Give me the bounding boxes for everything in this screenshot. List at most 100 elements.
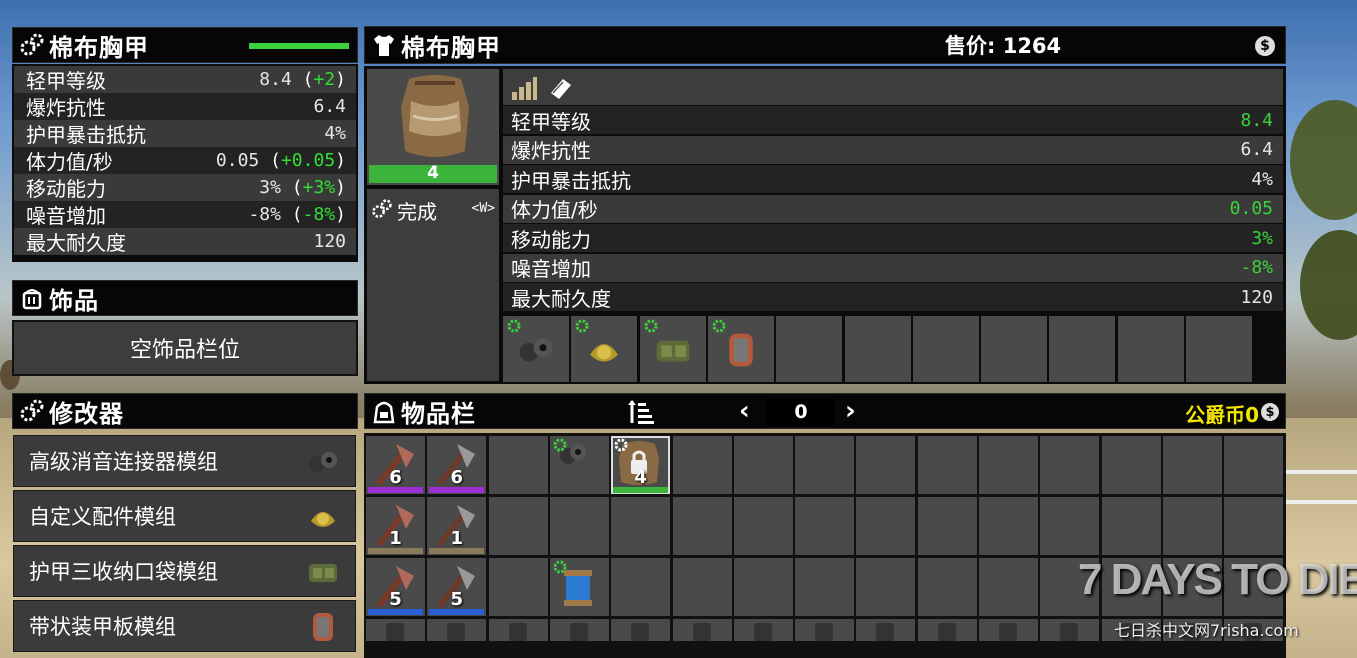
gears-icon: [19, 398, 45, 424]
inventory-slot[interactable]: [795, 436, 855, 494]
inventory-slot[interactable]: [917, 619, 977, 641]
inventory-slot[interactable]: 1: [366, 497, 425, 555]
empty-cosmetic-slot[interactable]: 空饰品栏位: [12, 320, 358, 376]
inventory-slot[interactable]: [1162, 436, 1222, 494]
sell-price: 售价: 1264: [945, 34, 1062, 58]
page-number[interactable]: 0: [767, 398, 835, 426]
custom-fitting-mod-icon: [305, 501, 341, 533]
mod-slot[interactable]: [707, 316, 774, 382]
inventory-slot[interactable]: [611, 619, 671, 641]
modifier-item[interactable]: 带状装甲板模组: [13, 600, 356, 652]
modifier-item[interactable]: 自定义配件模组: [13, 490, 356, 542]
game-logo: 7 DAYS TO DIE 七日杀中文网7risha.com: [1078, 535, 1357, 658]
stat-value-number: 8.4: [259, 69, 292, 90]
inventory-slot[interactable]: [549, 619, 609, 641]
detail-stat-value: 3%: [1251, 227, 1273, 249]
inventory-slot[interactable]: [427, 619, 487, 641]
stat-value: 120: [313, 231, 346, 252]
detail-stat-label: 噪音增加: [511, 257, 591, 281]
inventory-slot[interactable]: 4: [611, 436, 671, 494]
inventory-slot[interactable]: [856, 558, 916, 616]
stat-bonus: (+3%): [291, 177, 346, 198]
mod-slot[interactable]: [1117, 316, 1184, 382]
page-prev-button[interactable]: ‹: [739, 396, 750, 426]
mod-slot[interactable]: [912, 316, 979, 382]
inventory-slot[interactable]: [672, 436, 732, 494]
inventory-slot[interactable]: [917, 497, 977, 555]
item-preview-slot[interactable]: 4: [367, 69, 499, 185]
mod-slot[interactable]: [1186, 316, 1252, 382]
inventory-slot[interactable]: [979, 558, 1038, 616]
inventory-slot[interactable]: [672, 619, 732, 641]
detail-stat-label: 体力值/秒: [511, 198, 598, 222]
modifier-item[interactable]: 护甲三收纳口袋模组: [13, 545, 356, 597]
stat-label: 轻甲等级: [26, 69, 106, 93]
inventory-slot[interactable]: [733, 436, 793, 494]
inventory-slot[interactable]: [672, 558, 732, 616]
inventory-slot[interactable]: 1: [427, 497, 487, 555]
page-next-button[interactable]: ›: [845, 396, 856, 426]
inventory-slot[interactable]: [488, 497, 548, 555]
inventory-slot[interactable]: [1101, 436, 1161, 494]
mod-slot[interactable]: [844, 316, 911, 382]
inventory-slot[interactable]: [611, 497, 671, 555]
mod-slot[interactable]: [571, 316, 638, 382]
installed-gear-icon: [613, 437, 629, 457]
inventory-slot[interactable]: [488, 436, 548, 494]
triple-pocket-mod-icon: [305, 556, 341, 588]
inventory-slot[interactable]: [488, 619, 548, 641]
inventory-slot[interactable]: [917, 558, 977, 616]
action-complete[interactable]: 完成 <W>: [367, 189, 499, 381]
stat-value: 4%: [324, 123, 346, 144]
item-count: 1: [450, 528, 464, 549]
inventory-slot[interactable]: [1224, 436, 1284, 494]
locked-slot-icon: [753, 623, 772, 641]
inventory-slot[interactable]: [856, 497, 916, 555]
stat-bonus: (-8%): [291, 204, 346, 225]
inventory-slot[interactable]: [549, 558, 609, 616]
inventory-slot[interactable]: [795, 558, 855, 616]
detail-title: 棉布胸甲: [401, 33, 501, 62]
inventory-slot[interactable]: [672, 497, 732, 555]
stat-value: -8% (-8%): [248, 204, 346, 225]
item-count: 4: [634, 467, 647, 488]
inventory-slot[interactable]: [856, 619, 916, 641]
stat-value-number: -8%: [248, 204, 281, 225]
inventory-slot[interactable]: [488, 558, 548, 616]
inventory-slot[interactable]: [856, 436, 916, 494]
mod-slot[interactable]: [776, 316, 843, 382]
inventory-slot[interactable]: [979, 497, 1038, 555]
detail-stat-row: 噪音增加 -8%: [503, 253, 1283, 282]
inventory-slot[interactable]: [611, 558, 671, 616]
inventory-slot[interactable]: [733, 558, 793, 616]
inventory-slot[interactable]: 6: [366, 436, 425, 494]
inventory-slot[interactable]: 5: [366, 558, 425, 616]
currency-label: 公爵币0: [1185, 403, 1259, 427]
detail-stat-row: 护甲暴击抵抗 4%: [503, 165, 1283, 193]
inventory-slot[interactable]: [549, 436, 609, 494]
stat-label: 噪音增加: [26, 204, 106, 228]
inventory-slot[interactable]: [979, 619, 1038, 641]
stat-value: 6.4: [313, 96, 346, 117]
inventory-slot[interactable]: [979, 436, 1038, 494]
detail-stat-row: 最大耐久度 120: [503, 283, 1283, 311]
inventory-slot[interactable]: [917, 436, 977, 494]
inventory-slot[interactable]: 6: [427, 436, 487, 494]
backpack-icon: [371, 398, 397, 424]
inventory-slot[interactable]: [795, 497, 855, 555]
mod-slot[interactable]: [1049, 316, 1116, 382]
inventory-slot[interactable]: [1040, 436, 1100, 494]
mod-slot[interactable]: [639, 316, 706, 382]
mod-slot[interactable]: [981, 316, 1048, 382]
stat-row: 最大耐久度 120: [14, 228, 356, 255]
sort-icon[interactable]: [627, 399, 655, 429]
inventory-slot[interactable]: 5: [427, 558, 487, 616]
inventory-slot[interactable]: [733, 497, 793, 555]
inventory-slot[interactable]: [549, 497, 609, 555]
mod-slot[interactable]: [503, 316, 569, 382]
inventory-slot[interactable]: [366, 619, 425, 641]
modifier-item[interactable]: 高级消音连接器模组: [13, 435, 356, 487]
stat-bonus-number: +2: [313, 69, 336, 90]
inventory-slot[interactable]: [733, 619, 793, 641]
inventory-slot[interactable]: [795, 619, 855, 641]
